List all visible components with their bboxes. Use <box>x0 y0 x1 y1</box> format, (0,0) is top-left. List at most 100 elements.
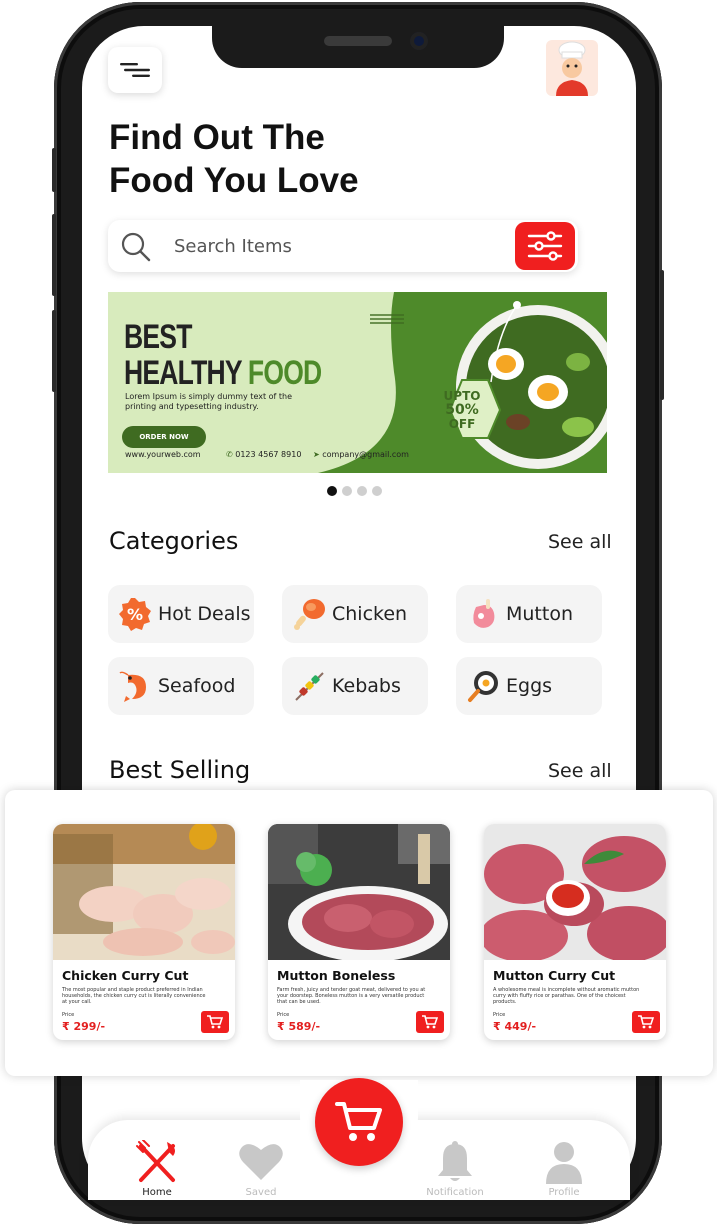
mutton-icon <box>473 599 495 628</box>
kebab-icon <box>295 672 324 701</box>
search-bar <box>108 220 578 272</box>
cart-icon <box>422 1015 438 1029</box>
banner-phone-number: 0123 4567 8910 <box>235 450 302 459</box>
badge-upto: UPTO <box>443 389 481 403</box>
chicken-leg-icon <box>294 599 325 630</box>
category-eggs[interactable]: Eggs <box>456 657 602 715</box>
product-price: ₹ 589/- <box>277 1020 321 1033</box>
category-hot-deals[interactable]: % Hot Deals <box>108 585 254 643</box>
banner-healthy-text: HEALTHY <box>124 354 248 392</box>
carousel-dot[interactable] <box>357 486 367 496</box>
carousel-dot[interactable] <box>372 486 382 496</box>
product-image-mutton-curry-cut <box>484 824 666 960</box>
banner-email-text: company@gmail.com <box>322 450 409 459</box>
category-label: Seafood <box>158 675 236 697</box>
add-to-cart-button[interactable] <box>416 1011 444 1033</box>
badge-off: OFF <box>448 417 476 431</box>
category-label: Kebabs <box>332 675 401 697</box>
banner-headline-line-2: HEALTHY FOOD <box>124 354 322 393</box>
carousel-indicator <box>327 486 382 496</box>
phone-icon: ✆ <box>226 450 233 459</box>
heart-icon <box>239 1144 283 1180</box>
headline-line-2: Food You Love <box>109 161 359 200</box>
fork-knife-icon <box>136 1140 175 1182</box>
best-selling-title: Best Selling <box>109 756 251 784</box>
headline-line-1: Find Out The <box>109 118 325 157</box>
category-kebabs[interactable]: Kebabs <box>282 657 428 715</box>
best-selling-see-all-link[interactable]: See all <box>548 760 612 782</box>
category-mutton[interactable]: Mutton <box>456 585 602 643</box>
carousel-dot[interactable] <box>342 486 352 496</box>
nav-item-saved[interactable]: Saved <box>221 1140 301 1200</box>
promo-banner[interactable]: BEST HEALTHY FOOD Lorem Ipsum is simply … <box>108 292 607 473</box>
percent-badge-icon: % <box>119 598 151 631</box>
search-input[interactable] <box>174 233 494 259</box>
nav-item-profile[interactable]: Profile <box>524 1140 604 1200</box>
categories-see-all-link[interactable]: See all <box>548 531 612 553</box>
category-label: Chicken <box>332 603 408 625</box>
filter-button[interactable] <box>515 222 575 270</box>
category-chicken[interactable]: Chicken <box>282 585 428 643</box>
page-headline: Find Out The Food You Love <box>109 116 439 202</box>
categories-title: Categories <box>109 527 239 555</box>
nav-label: Profile <box>548 1187 580 1198</box>
product-card[interactable]: Mutton Curry Cut A wholesome meal is inc… <box>484 824 666 1040</box>
product-name: Chicken Curry Cut <box>62 968 189 983</box>
phone-side-button <box>52 214 56 296</box>
nav-item-notification[interactable]: Notification <box>415 1140 495 1200</box>
product-description: A wholesome meal is incomplete without a… <box>493 987 640 1005</box>
cart-icon <box>638 1015 654 1029</box>
add-to-cart-button[interactable] <box>632 1011 660 1033</box>
nav-label: Saved <box>245 1187 277 1198</box>
banner-website: www.yourweb.com <box>125 450 201 459</box>
phone-notch <box>212 26 504 68</box>
product-price: ₹ 299/- <box>62 1020 106 1033</box>
bell-icon <box>438 1141 472 1181</box>
category-label: Hot Deals <box>158 603 251 625</box>
category-seafood[interactable]: Seafood <box>108 657 254 715</box>
discount-badge: UPTO 50% OFF <box>432 382 492 438</box>
category-label: Eggs <box>506 675 553 697</box>
price-label: Price <box>62 1012 75 1018</box>
product-image-mutton-boneless <box>268 824 450 960</box>
product-price: ₹ 449/- <box>493 1020 537 1033</box>
nav-item-home[interactable]: Home <box>117 1140 197 1200</box>
product-description: The most popular and staple product pref… <box>62 987 206 1005</box>
front-camera <box>410 32 428 50</box>
add-to-cart-button[interactable] <box>201 1011 229 1033</box>
banner-headline-line-1: BEST <box>124 318 192 356</box>
price-label: Price <box>277 1012 290 1018</box>
shrimp-icon <box>119 671 146 702</box>
phone-side-button <box>52 148 56 192</box>
price-label: Price <box>493 1012 506 1018</box>
user-icon <box>546 1142 582 1184</box>
send-icon: ➤ <box>313 450 320 459</box>
nav-label: Home <box>142 1187 172 1198</box>
menu-button[interactable] <box>108 47 162 93</box>
banner-phone: ✆ 0123 4567 8910 <box>226 450 301 459</box>
search-icon <box>121 232 151 262</box>
speaker-grille <box>324 36 392 46</box>
banner-food-text: FOOD <box>247 354 322 392</box>
cart-icon <box>207 1015 223 1029</box>
chef-avatar-icon[interactable] <box>546 40 598 96</box>
phone-side-button <box>660 270 664 400</box>
order-now-button[interactable]: ORDER NOW <box>122 426 206 448</box>
filter-sliders-icon <box>527 231 563 261</box>
carousel-dot[interactable] <box>327 486 337 496</box>
product-card[interactable]: Mutton Boneless Farm fresh, juicy and te… <box>268 824 450 1040</box>
banner-email: ➤ company@gmail.com <box>313 450 409 459</box>
product-name: Mutton Curry Cut <box>493 968 616 983</box>
phone-side-button <box>52 310 56 392</box>
product-card[interactable]: Chicken Curry Cut The most popular and s… <box>53 824 235 1040</box>
badge-percent: 50% <box>445 402 479 418</box>
fried-egg-pan-icon <box>468 671 498 702</box>
product-image-chicken <box>53 824 235 960</box>
nav-label: Notification <box>426 1187 484 1198</box>
product-name: Mutton Boneless <box>277 968 396 983</box>
cart-button[interactable] <box>315 1078 403 1166</box>
product-description: Farm fresh, juicy and tender goat meat, … <box>277 987 426 1005</box>
cart-icon <box>335 1102 382 1141</box>
category-label: Mutton <box>506 603 574 625</box>
svg-text:%: % <box>127 605 143 624</box>
